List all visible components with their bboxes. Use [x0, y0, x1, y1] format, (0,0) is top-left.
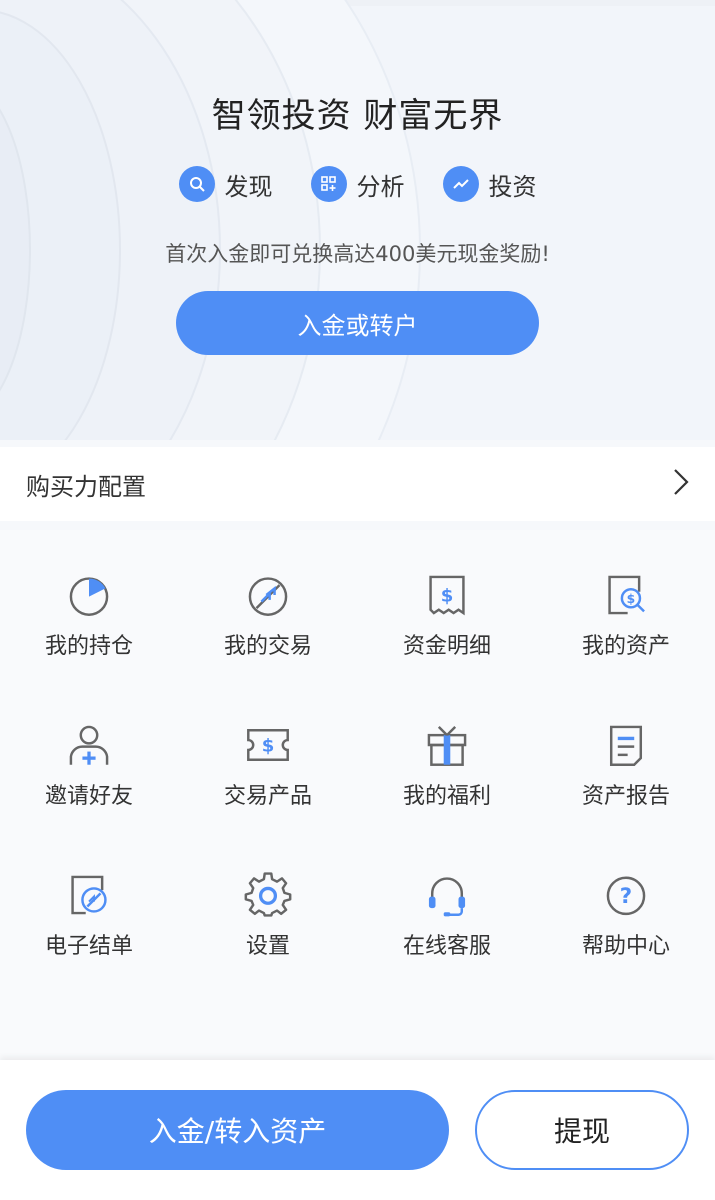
dollar-ticket-icon: $ [247, 728, 289, 762]
menu-item-online-support[interactable]: 在线客服 [358, 830, 536, 960]
feature-label: 分析 [356, 172, 405, 201]
menu-item-fund-details[interactable]: $ 资金明细 [358, 530, 536, 660]
menu-label: 设置 [245, 934, 290, 959]
menu-label: 资金明细 [402, 634, 491, 659]
menu-item-settings[interactable]: 设置 [179, 830, 357, 960]
hero-banner: 智领投资 财富无界 发现 分析 投资 首次入金即可兑换高达400美元现金奖励! … [0, 0, 715, 440]
exchange-icon [248, 577, 288, 616]
svg-text:$: $ [627, 592, 636, 606]
promo-text: 首次入金即可兑换高达400美元现金奖励! [165, 242, 550, 266]
bottom-action-bar: 入金/转入资产 提现 [0, 1060, 715, 1200]
menu-item-positions[interactable]: 我的持仓 [0, 530, 178, 660]
feature-analysis[interactable]: 分析 [310, 166, 405, 202]
menu-label: 资产报告 [581, 784, 670, 809]
menu-item-trades[interactable]: 我的交易 [179, 530, 357, 660]
chevron-right-icon [673, 468, 689, 500]
menu-item-asset-report[interactable]: 资产报告 [537, 680, 715, 810]
menu-label: 帮助中心 [581, 934, 670, 959]
withdraw-button[interactable]: 提现 [475, 1090, 689, 1170]
help-icon: ? [606, 876, 646, 916]
menu-item-my-assets[interactable]: $ 我的资产 [537, 530, 715, 660]
deposit-or-transfer-button[interactable]: 入金或转户 [176, 291, 539, 355]
statement-icon [71, 875, 107, 915]
feature-label: 投资 [488, 172, 537, 201]
asset-search-icon: $ [608, 575, 645, 615]
menu-label: 在线客服 [402, 934, 491, 959]
hero-title: 智领投资 财富无界 [211, 96, 504, 136]
menu-item-trading-products[interactable]: $ 交易产品 [179, 680, 357, 810]
receipt-dollar-icon: $ [429, 575, 465, 616]
menu-item-invite-friends[interactable]: 邀请好友 [0, 680, 178, 810]
grid-plus-icon [310, 166, 347, 202]
pie-chart-icon [69, 577, 109, 616]
add-user-icon [69, 725, 109, 765]
buying-power-row[interactable]: 购买力配置 [0, 447, 715, 521]
feature-discover[interactable]: 发现 [178, 166, 273, 202]
menu-grid: 我的持仓 我的交易 $ 资金明细 $ 我的资产 邀请好友 $ 交易产品 我的福利… [0, 530, 715, 1060]
feature-label: 发现 [224, 172, 273, 201]
svg-text:$: $ [262, 736, 275, 757]
feature-row: 发现 分析 投资 [0, 166, 715, 202]
svg-text:?: ? [620, 884, 632, 909]
trend-line-icon [442, 166, 479, 202]
menu-label: 邀请好友 [44, 784, 133, 809]
menu-item-help-center[interactable]: ? 帮助中心 [537, 830, 715, 960]
menu-label: 我的交易 [223, 634, 312, 659]
search-icon [178, 166, 215, 202]
headset-icon [428, 877, 466, 917]
menu-label: 我的福利 [402, 784, 491, 809]
menu-label: 我的持仓 [44, 634, 133, 659]
menu-label: 交易产品 [223, 784, 312, 809]
feature-invest[interactable]: 投资 [442, 166, 537, 202]
hero-background-arcs [0, 0, 421, 440]
menu-label: 电子结单 [44, 934, 133, 959]
menu-label: 我的资产 [581, 634, 670, 659]
gift-icon [427, 726, 467, 766]
svg-text:$: $ [441, 586, 454, 607]
deposit-transfer-assets-button[interactable]: 入金/转入资产 [26, 1090, 449, 1170]
gear-icon [244, 872, 292, 917]
report-icon [609, 725, 643, 766]
menu-item-e-statement[interactable]: 电子结单 [0, 830, 178, 960]
buying-power-label: 购买力配置 [26, 472, 146, 501]
menu-item-my-benefits[interactable]: 我的福利 [358, 680, 536, 810]
